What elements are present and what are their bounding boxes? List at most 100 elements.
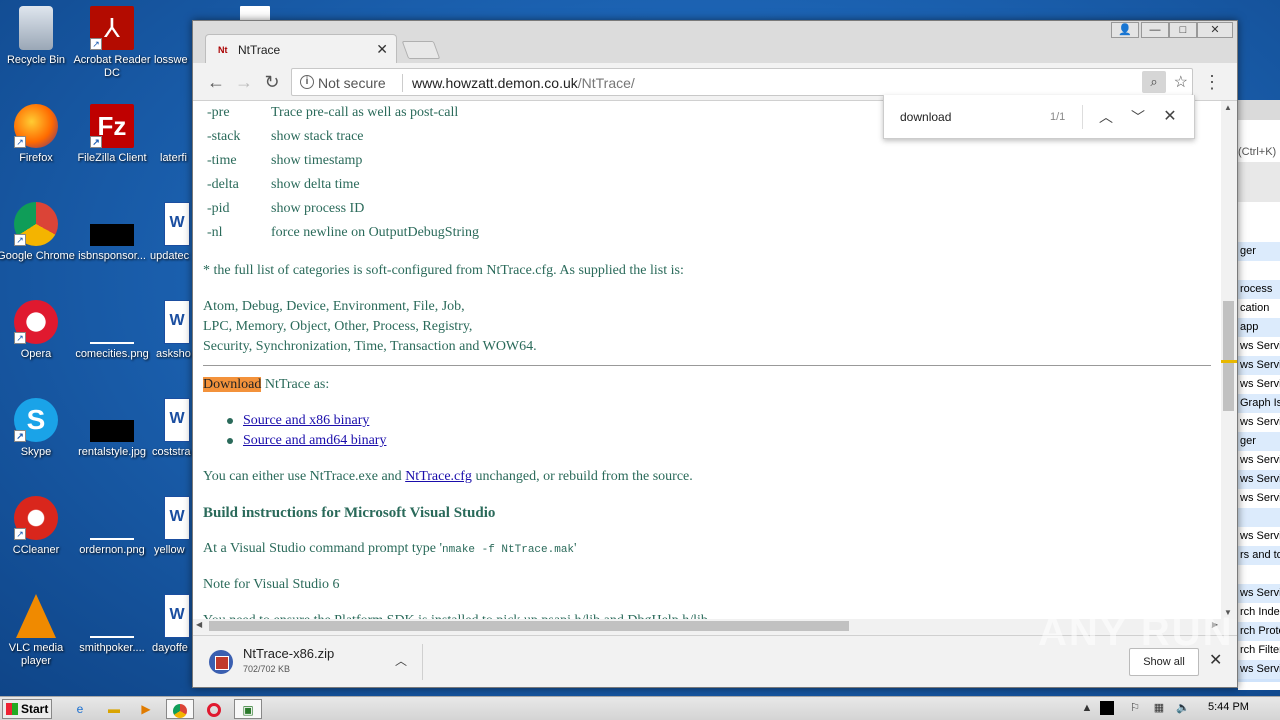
file-smithpoker[interactable]: smithpoker.... [72, 594, 152, 655]
word-document-icon: W [164, 496, 190, 540]
menu-kebab-icon[interactable]: ⋮ [1203, 71, 1221, 93]
scroll-up-icon[interactable]: ▲ [1224, 103, 1232, 112]
word-doc-updatec[interactable]: W updatec [146, 202, 196, 263]
vlc-cone-logo [16, 594, 56, 638]
scroll-left-icon[interactable]: ◀ [196, 620, 202, 629]
tray-app-icon[interactable] [1100, 701, 1114, 715]
option-description: show process ID [271, 201, 365, 216]
scroll-thumb[interactable] [1223, 301, 1234, 411]
acrobat-logo: ⅄ ↗ [90, 6, 134, 50]
file-explorer-icon[interactable]: ▬ [100, 699, 128, 719]
file-ordernon[interactable]: ordernon.png [72, 496, 152, 557]
find-input[interactable]: download [900, 110, 951, 124]
link-amd64-binary[interactable]: Source and amd64 binary [243, 433, 386, 448]
download-intro-text: NtTrace as: [261, 377, 330, 392]
network-icon[interactable]: ▦ [1152, 701, 1166, 715]
background-app-row [1238, 565, 1280, 584]
find-in-page-icon[interactable]: ⌕ [1142, 71, 1166, 93]
security-status[interactable]: Not secure [318, 75, 386, 91]
background-app-list: ger rocess cation app ws Servi ws Servi ws Ser… [1238, 242, 1280, 682]
file-losswe[interactable]: losswe [140, 6, 270, 67]
file-comecities[interactable]: comecities.png [72, 300, 152, 361]
find-next-icon[interactable]: ﹀ [1126, 105, 1150, 129]
download-item[interactable]: NtTrace-x86.zip 702/702 KB ︿ [203, 644, 423, 680]
monitor-app-icon[interactable]: ▣ [234, 699, 262, 719]
reload-icon[interactable]: ↻ [261, 71, 283, 93]
chevron-up-icon[interactable]: ︿ [395, 652, 407, 669]
background-app-row: ger [1238, 432, 1280, 451]
link-x86-binary[interactable]: Source and x86 binary [243, 413, 369, 428]
file-laterfi[interactable]: laterfi [140, 104, 200, 165]
volume-icon[interactable]: 🔈 [1176, 701, 1190, 715]
vs-prompt: At a Visual Studio command prompt type '… [203, 539, 577, 560]
filezilla-logo: Fz ↗ [90, 104, 134, 148]
bullet [227, 437, 233, 444]
background-app-row [1238, 261, 1280, 280]
profile-icon[interactable]: 👤 [1111, 22, 1139, 38]
shortcut-arrow-icon: ↗ [14, 234, 26, 246]
scroll-thumb[interactable] [209, 621, 849, 631]
shortcut-arrow-icon: ↗ [14, 430, 26, 442]
google-chrome-icon[interactable]: ↗ Google Chrome [0, 202, 76, 263]
recycle-bin-icon[interactable]: Recycle Bin [0, 6, 76, 67]
opera-icon[interactable]: ↗ Opera [0, 300, 76, 361]
file-rentalstyle[interactable]: rentalstyle.jpg [72, 398, 152, 459]
action-center-flag-icon[interactable]: ⚐ [1128, 701, 1142, 715]
desktop-icon-label: updatec [150, 250, 190, 262]
shortcut-arrow-icon: ↗ [14, 528, 26, 540]
tab-nttrace[interactable]: Nt NtTrace ✕ [205, 34, 397, 63]
info-icon[interactable]: i [300, 75, 314, 89]
find-count: 1/1 [1050, 111, 1066, 123]
url-host: www.howzatt.demon.co.uk [412, 75, 578, 91]
opera-taskbar-icon[interactable] [200, 699, 228, 719]
minimize-button[interactable]: — [1141, 22, 1169, 38]
forward-arrow-icon[interactable]: → [233, 71, 255, 93]
nttrace-favicon-icon: Nt [218, 45, 228, 55]
tab-close-icon[interactable]: ✕ [376, 41, 388, 58]
internet-explorer-icon[interactable]: e [66, 699, 94, 719]
tray-expand-icon[interactable]: ▲ [1080, 701, 1094, 715]
find-close-icon[interactable]: ✕ [1158, 105, 1182, 129]
taskbar-clock[interactable]: 5:44 PM [1208, 701, 1249, 713]
word-document-icon: W [164, 398, 190, 442]
background-app-row: app [1238, 318, 1280, 337]
word-doc-asksho[interactable]: W asksho [146, 300, 196, 361]
word-document-icon: W [164, 202, 190, 246]
back-arrow-icon[interactable]: ← [205, 71, 227, 93]
find-previous-icon[interactable]: ︿ [1094, 105, 1118, 129]
media-player-icon[interactable]: ▶ [132, 699, 160, 719]
vs6-note: Note for Visual Studio 6 [203, 577, 340, 592]
firefox-icon[interactable]: ↗ Firefox [0, 104, 76, 165]
address-separator [402, 74, 403, 92]
background-app-row: rch Filter [1238, 641, 1280, 660]
word-doc-yellow[interactable]: W yellow [146, 496, 196, 557]
url-text[interactable]: www.howzatt.demon.co.uk/NtTrace/ [412, 75, 635, 91]
recycle-bin-image [19, 6, 53, 50]
vertical-scrollbar[interactable]: ▲ ▼ [1221, 101, 1237, 619]
download-size: 702/702 KB [243, 664, 291, 674]
chrome-logo: ↗ [14, 202, 58, 246]
file-isbnsponsor[interactable]: isbnsponsor... [72, 202, 152, 263]
option-flag: -pre [207, 105, 230, 120]
maximize-button[interactable]: □ [1169, 22, 1197, 38]
link-nttrace-cfg[interactable]: NtTrace.cfg [405, 469, 472, 484]
option-flag: -time [207, 153, 237, 168]
image-thumbnail [90, 636, 134, 638]
word-doc-dayoffe[interactable]: W dayoffe [146, 594, 196, 655]
address-bar[interactable]: i Not secure www.howzatt.demon.co.uk/NtT… [291, 68, 1193, 96]
black-image-thumbnail [90, 224, 134, 246]
close-window-button[interactable]: ✕ [1197, 22, 1233, 38]
start-button[interactable]: Start [2, 699, 52, 719]
skype-icon[interactable]: S ↗ Skype [0, 398, 76, 459]
chrome-taskbar-icon[interactable] [166, 699, 194, 719]
sdk-note: You need to ensure the Platform SDK is i… [203, 611, 708, 619]
background-app-row: ws Servi [1238, 527, 1280, 546]
shortcut-arrow-icon: ↗ [14, 332, 26, 344]
categories-line: LPC, Memory, Object, Other, Process, Reg… [203, 319, 473, 334]
bookmark-star-icon[interactable]: ☆ [1174, 72, 1188, 92]
word-doc-coststra[interactable]: W coststra [146, 398, 196, 459]
new-tab-button[interactable] [401, 41, 441, 59]
download-intro: Download NtTrace as: [203, 375, 329, 395]
ccleaner-icon[interactable]: ↗ CCleaner [0, 496, 76, 557]
vlc-icon[interactable]: VLC media player [0, 594, 76, 668]
